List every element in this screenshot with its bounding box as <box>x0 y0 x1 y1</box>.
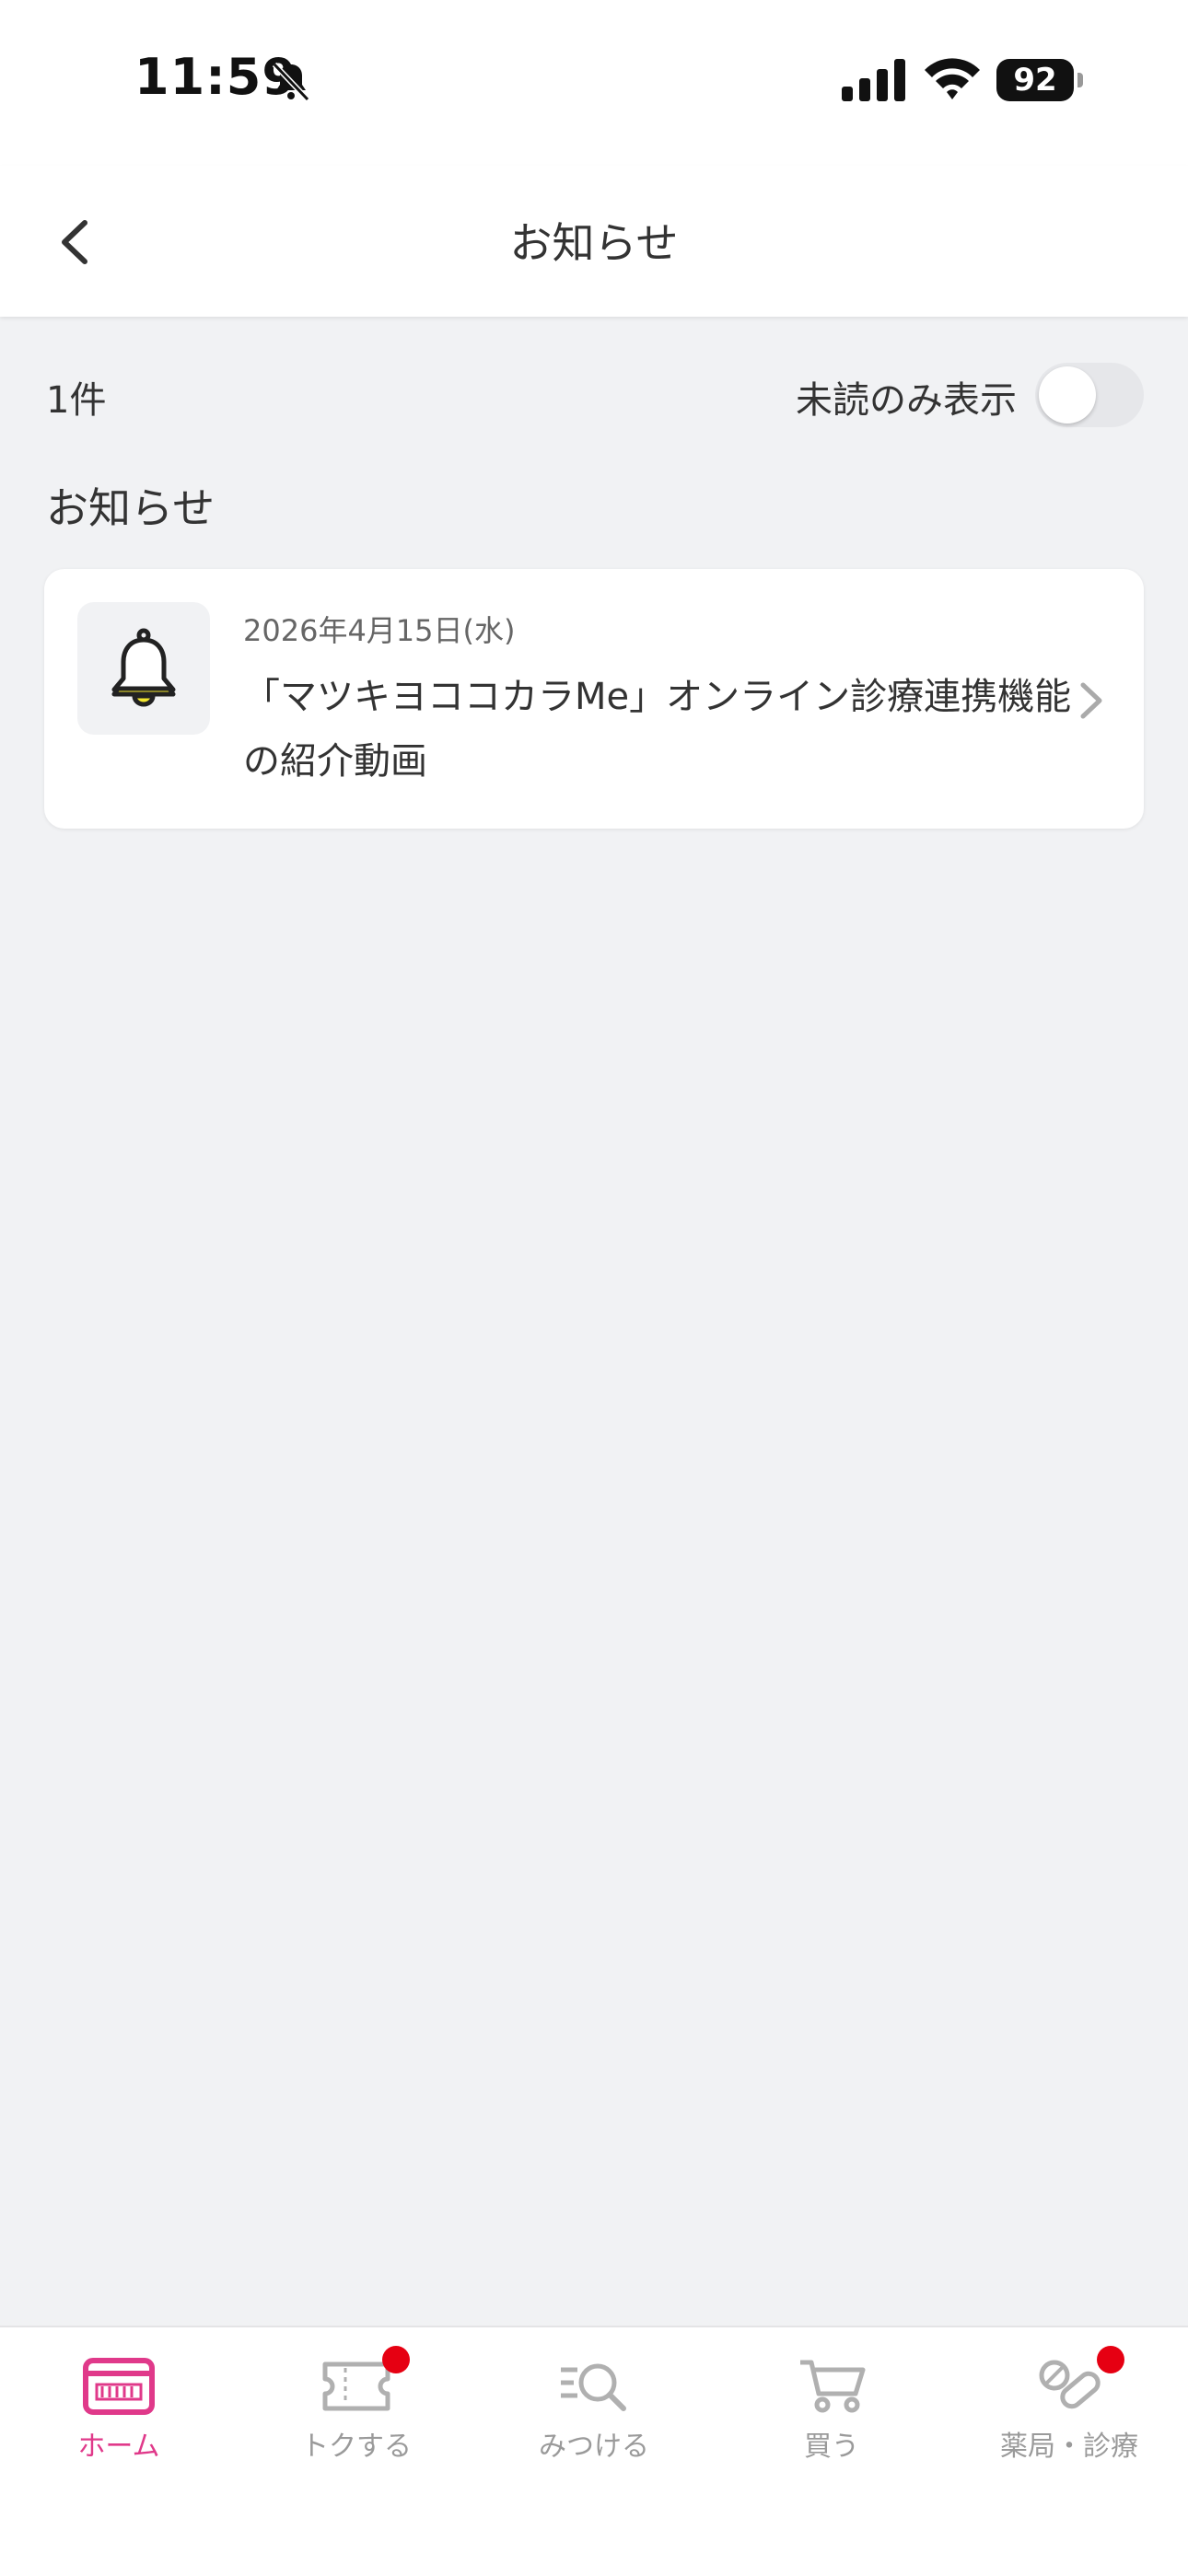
notice-card[interactable]: 2026年4月15日(水) 「マツキヨココカラMe」オンライン診療連携機能の紹介… <box>44 569 1144 829</box>
bell-off-icon <box>272 62 310 102</box>
chevron-right-icon <box>1080 682 1102 719</box>
tab-pharmacy[interactable]: 薬局・診療 <box>950 2327 1188 2466</box>
tab-discover[interactable]: みつける <box>475 2327 713 2466</box>
section-title: お知らせ <box>46 483 215 533</box>
notification-badge <box>382 2346 410 2373</box>
wifi-icon <box>925 58 980 99</box>
cart-icon <box>800 2360 866 2413</box>
battery-level: 92 <box>996 59 1074 101</box>
home-card-icon <box>83 2358 155 2415</box>
unread-only-toggle[interactable] <box>1035 363 1144 427</box>
tab-home[interactable]: ホーム <box>0 2327 238 2466</box>
tab-home-label: ホーム <box>77 2431 160 2463</box>
notification-badge <box>1097 2346 1124 2373</box>
toggle-knob <box>1039 366 1096 424</box>
notice-count: 1件 <box>46 379 107 422</box>
bell-icon <box>111 628 176 707</box>
tab-pharmacy-label: 薬局・診療 <box>1000 2431 1138 2463</box>
battery-indicator: 92 <box>996 59 1085 101</box>
notice-title: 「マツキヨココカラMe」オンライン診療連携機能の紹介動画 <box>243 676 1072 783</box>
tab-deals[interactable]: トクする <box>238 2327 475 2466</box>
status-bar: 11:59 92 <box>0 0 1188 166</box>
tab-buy-label: 買う <box>804 2431 859 2463</box>
nav-header: お知らせ <box>0 166 1188 317</box>
cellular-signal-icon <box>842 59 905 101</box>
tab-discover-label: みつける <box>539 2431 649 2463</box>
page-title: お知らせ <box>509 218 679 268</box>
tab-buy[interactable]: 買う <box>713 2327 950 2466</box>
search-list-icon <box>561 2363 626 2411</box>
tab-deals-label: トクする <box>301 2431 412 2463</box>
unread-only-label: 未読のみ表示 <box>796 379 1017 422</box>
pill-icon <box>1039 2360 1101 2409</box>
ticket-icon <box>322 2361 390 2411</box>
battery-cap <box>1077 73 1083 87</box>
bottom-tab-bar: ホーム トクする みつける 買う 薬局・診療 <box>0 2326 1188 2576</box>
notice-date: 2026年4月15日(水) <box>243 613 516 648</box>
notice-icon-box <box>77 602 210 735</box>
